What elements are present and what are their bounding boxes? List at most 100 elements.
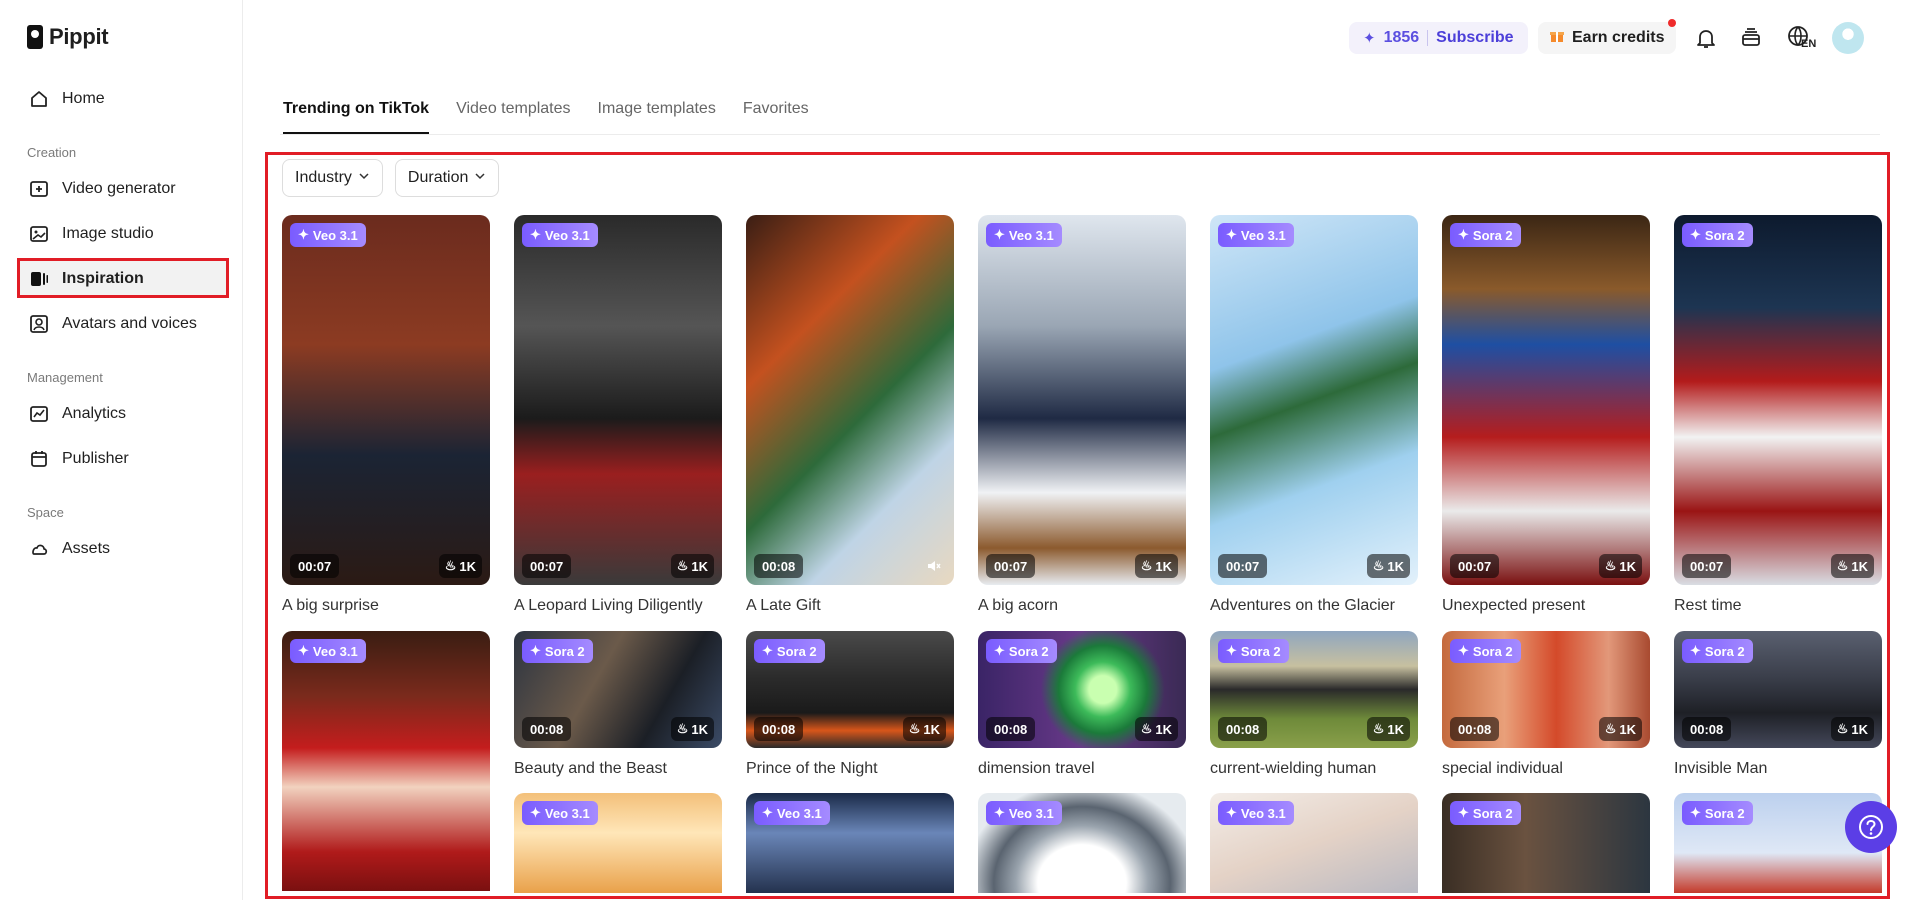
duration-badge: 00:08 [986,717,1036,741]
card-thumbnail[interactable]: ✦ Veo 3.1 [514,793,722,893]
template-card[interactable]: ✦ Veo 3.1 [514,793,722,893]
card-title: dimension travel [978,760,1095,777]
credits-count: 1856 [1383,29,1420,46]
duration-badge: 00:07 [522,554,572,578]
card-thumbnail[interactable]: ✦ Sora 2 00:08 ♨ 1K [1442,631,1650,748]
video-plus-icon [28,178,50,200]
template-card[interactable]: ✦ Sora 2 00:08 ♨ 1K Prince of the Night [746,631,954,778]
likes-badge: ♨ 1K [1134,717,1178,741]
sidebar-item-label: Avatars and voices [62,315,197,332]
card-thumbnail[interactable]: ✦ Sora 2 00:07 ♨ 1K [1442,215,1650,585]
credits-pill[interactable]: ✦ 1856 Subscribe [1349,22,1528,54]
sidebar-item-avatars-voices[interactable]: Avatars and voices [17,305,229,343]
card-thumbnail[interactable]: ✦ Veo 3.1 [282,631,490,891]
sidebar-item-inspiration[interactable]: Inspiration [17,260,229,298]
flame-icon: ♨ [676,721,689,736]
likes-badge: ♨ 1K [1598,554,1642,578]
card-thumbnail[interactable]: ✦ Veo 3.1 [1210,793,1418,893]
analytics-icon [28,403,50,425]
model-badge: ✦ Sora 2 [1682,639,1753,663]
cloud-icon [28,538,50,560]
template-card[interactable]: ✦ Veo 3.1 [978,793,1186,893]
card-thumbnail[interactable]: ✦ Sora 2 00:08 ♨ 1K [1674,631,1882,748]
duration-filter[interactable]: Duration [394,159,500,197]
template-card[interactable]: ✦ Veo 3.1 [746,793,954,893]
duration-badge: 00:07 [986,554,1036,578]
sidebar-item-label: Home [62,90,105,107]
flame-icon: ♨ [676,558,689,573]
template-card[interactable]: ✦ Veo 3.1 00:07 ♨ 1K Adventures on the Gla… [1210,215,1418,615]
sparkle-icon: ✦ [530,805,541,820]
card-thumbnail[interactable]: ✦ Sora 2 00:08 ♨ 1K [978,631,1186,748]
sidebar: Pippit Home Creation Video generator Ima… [0,0,243,900]
card-thumbnail[interactable]: ✦ Veo 3.1 00:07 ♨ 1K [978,215,1186,585]
card-title: A big surprise [282,597,379,614]
card-thumbnail[interactable]: ✦ Veo 3.1 00:07 ♨ 1K [514,215,722,585]
industry-filter[interactable]: Industry [282,159,383,197]
earn-credits-button[interactable]: Earn credits [1538,19,1677,54]
card-title: A Late Gift [746,597,821,614]
filter-label: Duration [407,169,469,186]
duration-badge: 00:07 [1450,554,1500,578]
sidebar-item-home[interactable]: Home [17,80,229,118]
card-thumbnail[interactable]: ✦ Sora 2 [1442,793,1650,893]
likes-badge: ♨ 1K [1134,554,1178,578]
logo[interactable]: Pippit [27,24,109,50]
template-card[interactable]: ✦ Veo 3.1 00:07 ♨ 1K A big surprise [282,215,490,615]
flame-icon: ♨ [1836,558,1849,573]
template-card[interactable]: ✦ Sora 2 00:08 ♨ 1K current-wielding human [1210,631,1418,778]
model-badge: ✦ Veo 3.1 [290,639,366,663]
tab-favorites[interactable]: Favorites [743,100,809,135]
card-thumbnail[interactable]: ✦ Veo 3.1 [746,793,954,893]
inbox-icon[interactable] [1737,24,1765,52]
bell-icon[interactable] [1692,24,1720,52]
flame-icon: ♨ [1140,721,1153,736]
flame-icon: ♨ [1372,558,1385,573]
template-card[interactable]: ✦ Sora 2 00:08 ♨ 1K Invisible Man [1674,631,1882,778]
tab-image-templates[interactable]: Image templates [598,100,716,135]
sidebar-item-video-generator[interactable]: Video generator [17,170,229,208]
template-card[interactable]: ✦ Veo 3.1 00:07 ♨ 1K A Leopard Living Dili… [514,215,722,615]
duration-badge: 00:08 [1682,717,1732,741]
model-badge: ✦ Sora 2 [1450,639,1521,663]
likes-badge: ♨ 1K [1598,717,1642,741]
card-thumbnail[interactable]: ✦ Veo 3.1 [978,793,1186,893]
template-card[interactable]: ✦ Veo 3.1 [282,631,490,891]
sidebar-item-publisher[interactable]: Publisher [17,440,229,478]
template-card[interactable]: ✦ Sora 2 00:08 ♨ 1K special individual [1442,631,1650,778]
card-thumbnail[interactable]: ✦ Veo 3.1 00:07 ♨ 1K [1210,215,1418,585]
card-thumbnail[interactable]: 00:08 [746,215,954,585]
flame-icon: ♨ [1604,721,1617,736]
card-thumbnail[interactable]: ✦ Sora 2 00:08 ♨ 1K [514,631,722,748]
tab-video-templates[interactable]: Video templates [456,100,570,135]
language-globe-icon[interactable]: EN [1782,24,1818,52]
tab-trending-tiktok[interactable]: Trending on TikTok [283,100,430,135]
sparkle-icon: ✦ [298,643,309,658]
card-thumbnail[interactable]: ✦ Sora 2 00:08 ♨ 1K [1210,631,1418,748]
sparkle-icon: ✦ [994,805,1005,820]
duration-badge: 00:08 [754,717,804,741]
sidebar-item-image-studio[interactable]: Image studio [17,215,229,253]
avatar[interactable] [1832,22,1864,54]
template-card[interactable]: ✦ Veo 3.1 00:07 ♨ 1K A big acorn [978,215,1186,615]
template-card[interactable]: ✦ Veo 3.1 [1210,793,1418,893]
template-card[interactable]: 00:08 A Late Gift [746,215,954,615]
likes-badge: ♨ 1K [670,554,714,578]
card-thumbnail[interactable]: ✦ Sora 2 00:08 ♨ 1K [746,631,954,748]
card-thumbnail[interactable]: ✦ Sora 2 00:07 ♨ 1K [1674,215,1882,585]
sidebar-item-analytics[interactable]: Analytics [17,395,229,433]
template-card[interactable]: ✦ Sora 2 00:08 ♨ 1K Beauty and the Beast [514,631,722,778]
template-card[interactable]: ✦ Sora 2 00:07 ♨ 1K Unexpected present [1442,215,1650,615]
template-card[interactable]: ✦ Sora 2 00:08 ♨ 1K dimension travel [978,631,1186,778]
mute-icon[interactable] [922,554,946,578]
model-badge: ✦ Veo 3.1 [522,223,598,247]
section-label-space: Space [27,505,64,520]
card-thumbnail[interactable]: ✦ Veo 3.1 00:07 ♨ 1K [282,215,490,585]
subscribe-button[interactable]: Subscribe [1436,29,1513,47]
template-card[interactable]: ✦ Sora 2 [1442,793,1650,893]
help-button[interactable] [1845,801,1897,853]
template-card[interactable]: ✦ Sora 2 00:07 ♨ 1K Rest time [1674,215,1882,615]
filter-bar: Industry Duration [282,159,500,197]
sidebar-item-assets[interactable]: Assets [17,530,229,568]
notification-dot [1668,19,1677,27]
